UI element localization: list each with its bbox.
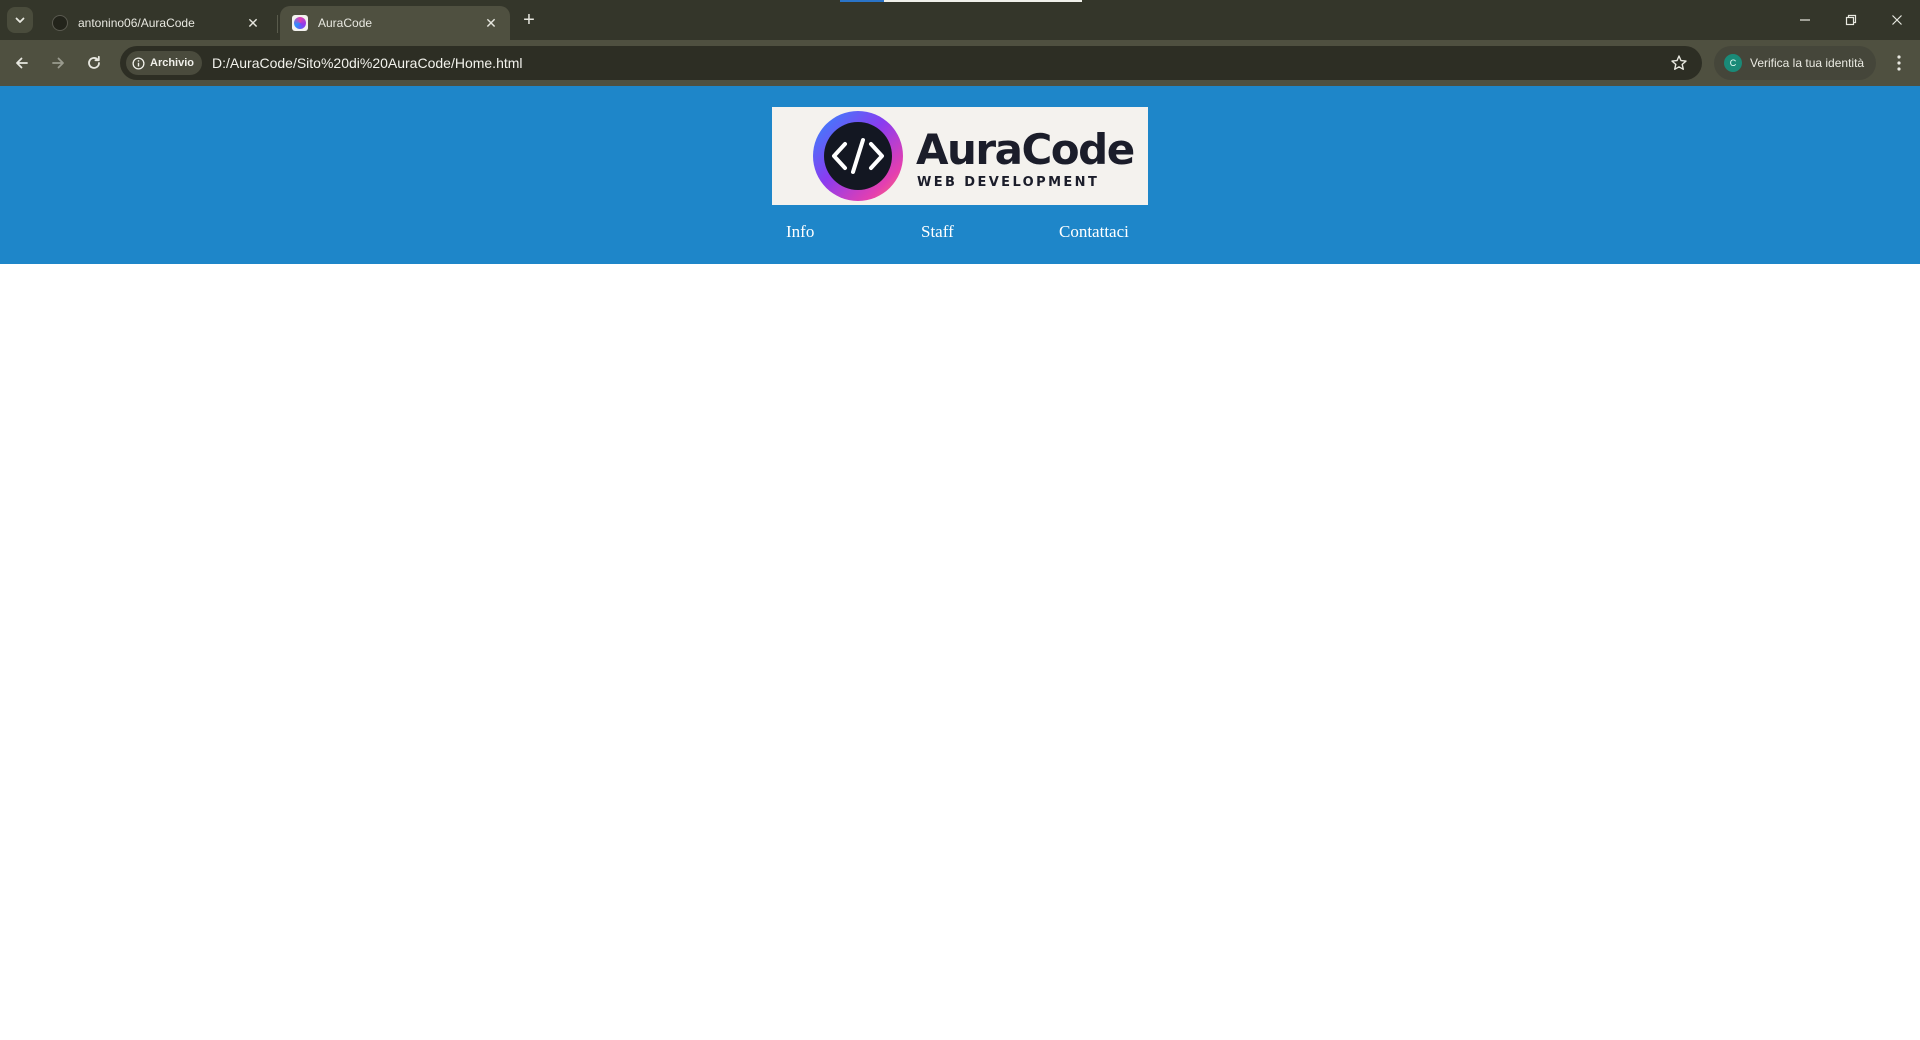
site-logo[interactable]: AuraCode WEB DEVELOPMENT	[772, 107, 1148, 205]
site-info-label: Archivio	[150, 57, 195, 69]
minimize-button[interactable]	[1790, 8, 1820, 32]
browser-menu-button[interactable]	[1886, 49, 1912, 77]
new-tab-button[interactable]: +	[518, 10, 540, 32]
chevron-down-icon	[15, 17, 25, 23]
logo-tagline: WEB DEVELOPMENT	[917, 175, 1100, 190]
back-button[interactable]	[8, 49, 36, 77]
restore-icon	[1845, 14, 1857, 26]
tab-title: AuraCode	[318, 16, 373, 30]
profile-label: Verifica la tua identità	[1750, 56, 1865, 70]
tab-title: antonino06/AuraCode	[78, 16, 195, 30]
profile-button[interactable]: C Verifica la tua identità	[1714, 46, 1876, 80]
reload-button[interactable]	[80, 49, 108, 77]
code-brackets-logo-icon	[813, 111, 903, 201]
auracode-favicon-icon	[292, 15, 308, 31]
arrow-right-icon	[52, 57, 64, 69]
forward-button[interactable]	[44, 49, 72, 77]
url-text[interactable]: D:/AuraCode/Sito%20di%20AuraCode/Home.ht…	[212, 55, 523, 71]
more-vertical-icon	[1897, 55, 1901, 71]
reload-icon	[88, 55, 100, 69]
minimize-icon	[1800, 19, 1810, 21]
close-tab-icon[interactable]: ✕	[482, 14, 500, 32]
tab-divider	[277, 15, 278, 33]
info-icon	[132, 56, 145, 70]
nav-link-info[interactable]: Info	[786, 222, 814, 242]
tab-auracode[interactable]: AuraCode ✕	[280, 6, 510, 40]
tab-github[interactable]: antonino06/AuraCode ✕	[40, 6, 272, 40]
close-tab-icon[interactable]: ✕	[244, 14, 262, 32]
nav-link-staff[interactable]: Staff	[921, 222, 954, 242]
site-info-chip[interactable]: Archivio	[126, 51, 203, 75]
browser-toolbar: Archivio D:/AuraCode/Sito%20di%20AuraCod…	[0, 40, 1920, 86]
main-nav: Info Staff Contattaci	[0, 222, 1920, 252]
logo-name: AuraCode	[916, 125, 1135, 174]
page-load-progress-fill	[840, 0, 884, 2]
page-body	[0, 264, 1920, 1040]
arrow-left-icon	[16, 57, 28, 69]
restore-button[interactable]	[1836, 8, 1866, 32]
tab-strip: antonino06/AuraCode ✕ AuraCode ✕ +	[0, 0, 1920, 40]
close-icon	[1892, 15, 1902, 25]
site-header: AuraCode WEB DEVELOPMENT Info Staff Cont…	[0, 86, 1920, 264]
close-window-button[interactable]	[1882, 8, 1912, 32]
bookmark-star-icon[interactable]	[1670, 54, 1688, 72]
tab-search-button[interactable]	[7, 7, 33, 33]
avatar: C	[1724, 54, 1742, 72]
page-load-progress	[840, 0, 1082, 2]
nav-link-contattaci[interactable]: Contattaci	[1059, 222, 1129, 242]
address-bar[interactable]: Archivio D:/AuraCode/Sito%20di%20AuraCod…	[120, 46, 1702, 80]
github-icon	[52, 15, 68, 31]
